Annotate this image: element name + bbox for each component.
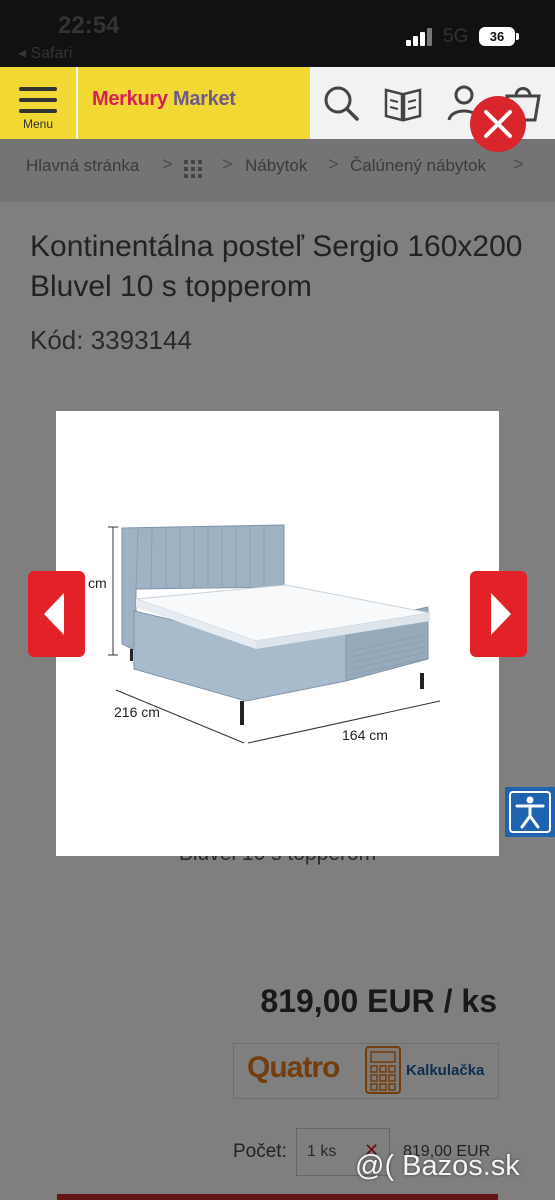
prev-image-button[interactable] [28, 571, 85, 657]
logo-part2: Market [172, 88, 236, 110]
dimension-height: cm [88, 575, 107, 591]
logo-part1: Merkury [92, 88, 168, 110]
chevron-right-icon [491, 593, 511, 635]
close-icon [484, 110, 512, 138]
next-image-button[interactable] [470, 571, 527, 657]
accessibility-icon [509, 791, 551, 833]
dimension-length: 216 cm [114, 704, 160, 720]
battery-indicator: 36 [479, 27, 515, 46]
chevron-left-icon [44, 593, 64, 635]
back-to-safari[interactable]: ◂ Safari [18, 43, 72, 63]
bazos-watermark: @( Bazos.sk [355, 1150, 520, 1182]
lightbox-image: cm 216 cm 164 cm [56, 411, 499, 856]
battery-tip [516, 33, 519, 40]
menu-label: Menu [22, 117, 54, 131]
close-button[interactable] [470, 96, 526, 152]
dimension-width: 164 cm [342, 727, 388, 743]
accessibility-button[interactable] [505, 787, 555, 837]
bed-product-image [108, 524, 441, 744]
status-time: 22:54 [58, 12, 120, 39]
search-icon[interactable] [318, 80, 364, 126]
signal-icon [406, 28, 432, 46]
network-type: 5G [443, 26, 469, 47]
logo-text: Merkury Market [92, 88, 236, 111]
catalog-icon[interactable] [380, 80, 426, 126]
